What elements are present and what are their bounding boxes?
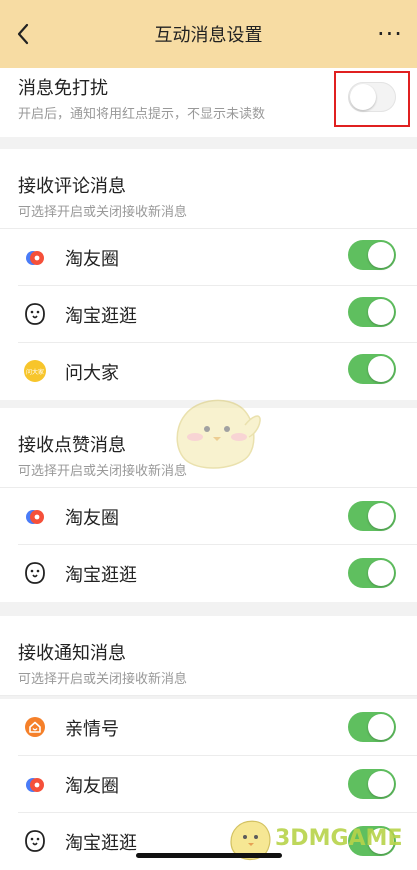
back-button[interactable] — [10, 20, 36, 48]
item-label: 淘宝逛逛 — [65, 565, 137, 586]
dnd-subtitle: 开启后，通知将用红点提示，不显示未读数 — [18, 107, 266, 122]
highlight-box — [334, 71, 410, 127]
list-item-taoyouquan: 淘友圈 — [0, 229, 417, 286]
list-item-guangguang: 淘宝逛逛 — [0, 545, 417, 602]
taoyouquan-icon — [23, 245, 47, 269]
list-item-qinqinghao: 亲情号 — [0, 699, 417, 756]
toggle-knob — [368, 242, 394, 268]
chevron-left-icon — [17, 23, 29, 45]
item-label: 淘友圈 — [65, 776, 119, 797]
toggle-knob — [368, 356, 394, 382]
list-item-taoyouquan: 淘友圈 — [0, 488, 417, 545]
section-subtitle: 可选择开启或关闭接收新消息 — [18, 464, 188, 479]
toggle-knob — [368, 560, 394, 586]
toggle-knob — [368, 299, 394, 325]
page-title: 互动消息设置 — [154, 25, 263, 46]
wendajia-icon: 问大家 — [23, 359, 47, 383]
taoyouquan-icon — [23, 772, 47, 796]
list-item-guangguang: 淘宝逛逛 — [0, 286, 417, 343]
item-label: 淘友圈 — [65, 508, 119, 529]
section-title: 接收通知消息 — [18, 643, 126, 664]
toggle-switch[interactable] — [348, 240, 396, 270]
guangguang-icon — [23, 302, 47, 326]
item-label: 淘宝逛逛 — [65, 306, 137, 327]
toggle-switch[interactable] — [348, 769, 396, 799]
mascot-watermark-icon — [176, 399, 261, 469]
more-button[interactable]: ··· — [375, 21, 405, 47]
guangguang-icon — [23, 561, 47, 585]
item-label: 问大家 — [65, 363, 119, 384]
item-label: 淘宝逛逛 — [65, 833, 137, 854]
toggle-knob — [368, 771, 394, 797]
item-label: 淘友圈 — [65, 249, 119, 270]
nav-bar: 互动消息设置 ··· — [0, 0, 417, 68]
toggle-switch[interactable] — [348, 558, 396, 588]
toggle-switch[interactable] — [348, 712, 396, 742]
qinqinghao-icon — [23, 715, 47, 739]
wendajia-icon-text: 问大家 — [24, 360, 46, 382]
section-subtitle: 可选择开启或关闭接收新消息 — [18, 672, 188, 687]
item-label: 亲情号 — [65, 719, 119, 740]
toggle-switch[interactable] — [348, 501, 396, 531]
section-header-comments: 接收评论消息 可选择开启或关闭接收新消息 — [0, 149, 417, 229]
section-header-notifications: 接收通知消息 可选择开启或关闭接收新消息 — [0, 616, 417, 696]
dnd-title: 消息免打扰 — [18, 78, 108, 99]
toggle-switch[interactable] — [348, 354, 396, 384]
toggle-knob — [368, 503, 394, 529]
section-title: 接收点赞消息 — [18, 435, 126, 456]
section-title: 接收评论消息 — [18, 176, 126, 197]
list-item-taoyouquan: 淘友圈 — [0, 756, 417, 813]
section-subtitle: 可选择开启或关闭接收新消息 — [18, 205, 188, 220]
guangguang-icon — [23, 829, 47, 853]
toggle-switch[interactable] — [348, 297, 396, 327]
home-indicator — [136, 853, 282, 858]
toggle-knob — [368, 714, 394, 740]
watermark-text: 3DMGAME — [275, 826, 403, 851]
taoyouquan-icon — [23, 504, 47, 528]
